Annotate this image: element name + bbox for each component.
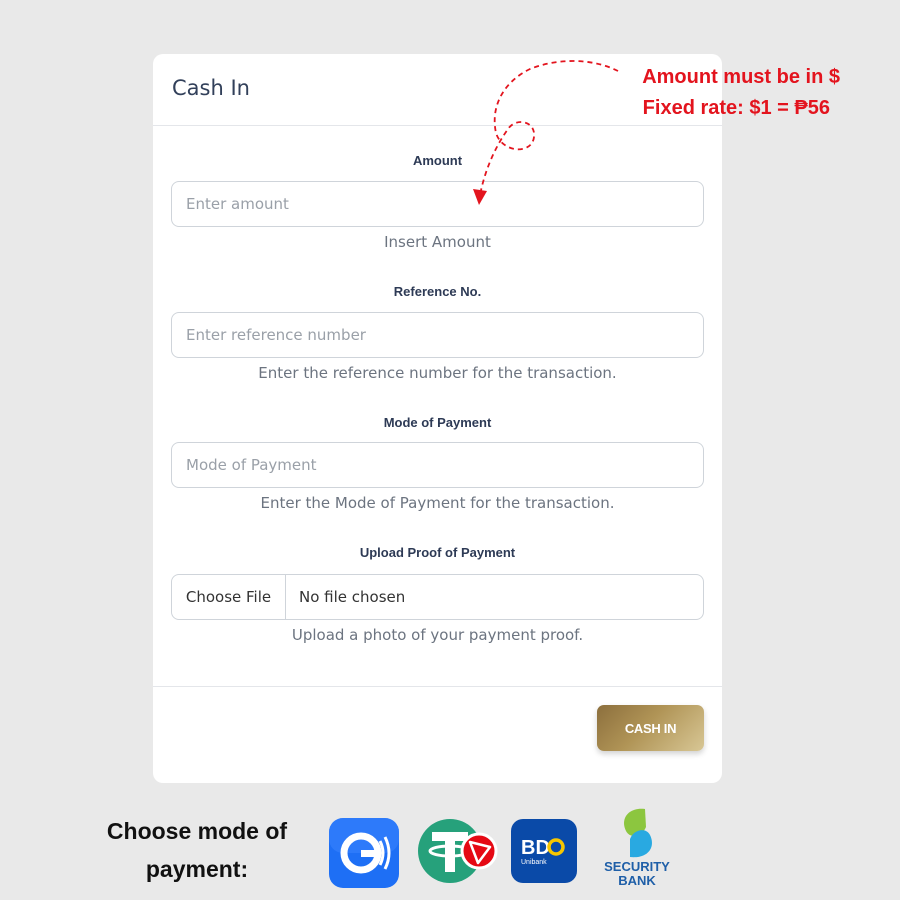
svg-text:SECURITY: SECURITY [604, 859, 670, 874]
cash-in-button[interactable]: CASH IN [597, 705, 704, 751]
mode-input[interactable] [171, 442, 704, 488]
card-title: Cash In [172, 76, 250, 100]
amount-help: Insert Amount [384, 233, 491, 251]
note-line-2: Fixed rate: $1 = ₱56 [642, 97, 830, 119]
cash-in-card: Cash In Amount Insert Amount Reference N… [153, 54, 722, 783]
reference-help: Enter the reference number for the trans… [258, 364, 617, 382]
amount-label: Amount [412, 153, 463, 168]
card-footer: CASH IN [153, 686, 722, 783]
upload-help: Upload a photo of your payment proof. [291, 626, 584, 644]
choose-file-button[interactable]: Choose File [172, 575, 286, 619]
note-line-1: Amount must be in $ [642, 66, 840, 88]
svg-text:Unibank: Unibank [521, 859, 547, 866]
payment-section-title: Choose mode of payment: [106, 818, 288, 882]
file-upload-field[interactable]: Choose File No file chosen [171, 574, 704, 620]
svg-text:BANK: BANK [618, 873, 656, 888]
gcash-logo-icon[interactable] [328, 817, 400, 889]
dashed-arrow-icon [473, 60, 619, 205]
mode-label: Mode of Payment [383, 415, 492, 430]
tether-tron-logo-icon[interactable] [418, 818, 498, 884]
upload-label: Upload Proof of Payment [359, 545, 516, 560]
security-bank-logo-icon[interactable]: SECURITY BANK [600, 805, 674, 891]
reference-input[interactable] [171, 312, 704, 358]
amount-note: Amount must be in $ Fixed rate: $1 = ₱56 [642, 62, 840, 124]
card-header: Cash In [153, 54, 722, 126]
file-status: No file chosen [299, 588, 406, 606]
bdo-logo-icon[interactable]: BD Unibank [510, 818, 578, 884]
svg-text:BD: BD [521, 837, 550, 859]
mode-help: Enter the Mode of Payment for the transa… [260, 494, 615, 512]
reference-label: Reference No. [393, 284, 482, 299]
